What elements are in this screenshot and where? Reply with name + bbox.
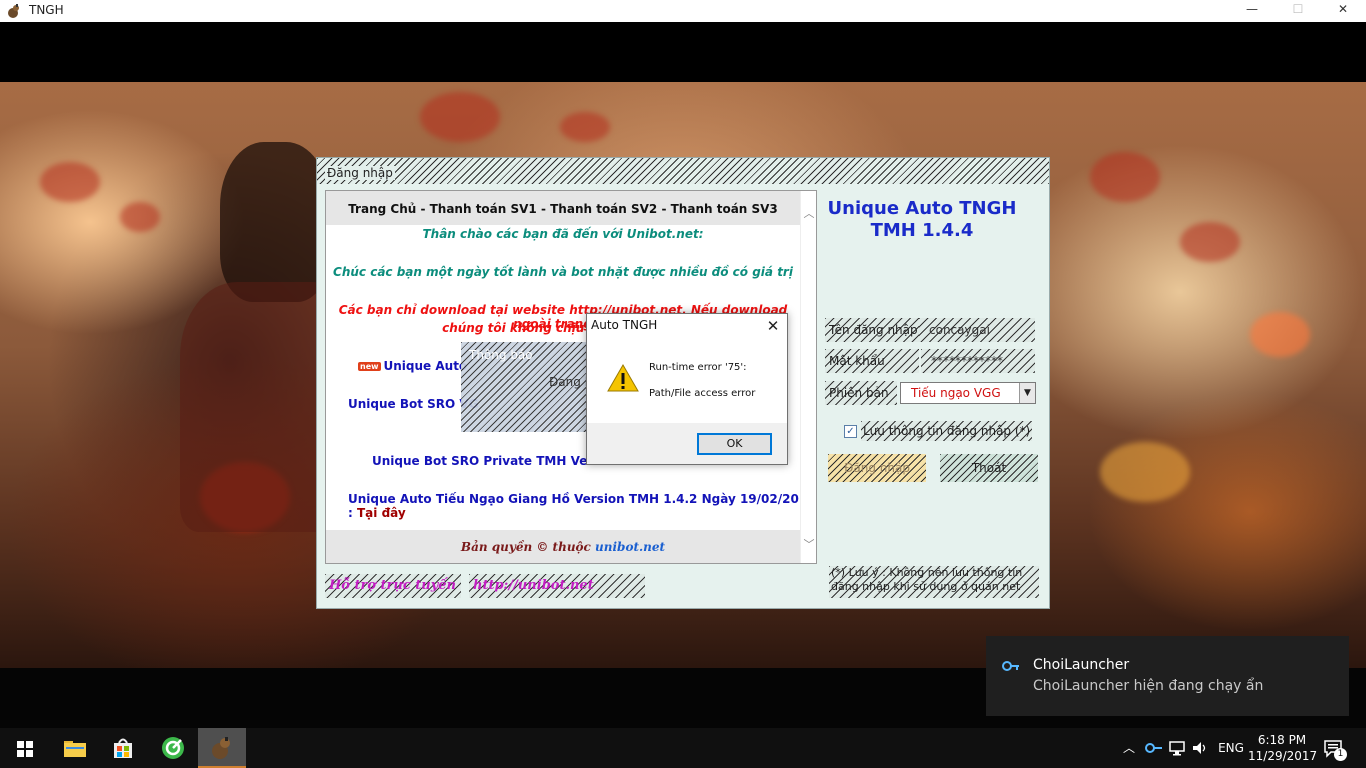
news-item-4[interactable]: Unique Auto Tiếu Ngạo Giang Hồ Version T… [348, 492, 816, 520]
app-title: TNGH [29, 3, 64, 17]
error-dialog-footer: OK [587, 423, 787, 464]
save-info-note: (*) Lưu ý : Không nên lưu thông tin đăng… [829, 566, 1039, 598]
login-button[interactable]: Đăng nhập [828, 454, 926, 482]
notification-count-badge: 1 [1334, 748, 1347, 761]
copyright-text: Bản quyền © thuộc [460, 540, 591, 554]
taskbar-tngh-app[interactable] [198, 728, 246, 768]
news-item-4-link[interactable]: Tại đây [357, 506, 406, 520]
login-titlebar: Đăng nhập [317, 158, 1049, 184]
copyright-link[interactable]: unibot.net [595, 540, 665, 554]
chevron-down-icon[interactable]: ▼ [1019, 383, 1035, 403]
version-label: Phiên bản [825, 381, 897, 405]
tray-key-icon[interactable] [1145, 742, 1163, 754]
error-dialog-close-button[interactable]: ✕ [763, 316, 783, 336]
network-icon[interactable] [1169, 740, 1185, 756]
notification-body: ChoiLauncher hiện đang chạy ẩn [1033, 678, 1264, 694]
taskbar-clock[interactable]: 6:18 PM 11/29/2017 [1248, 732, 1318, 764]
ok-button[interactable]: OK [697, 433, 772, 455]
launcher-circle-icon [162, 737, 184, 759]
store-bag-icon [114, 738, 132, 758]
remember-checkbox[interactable]: ✓ [844, 425, 857, 438]
letterbox-top [0, 22, 1366, 82]
minimize-button[interactable]: — [1229, 0, 1275, 22]
news-item-1-text[interactable]: Unique Auto [384, 359, 468, 373]
tray-chevron-up-icon[interactable]: ︿ [1118, 728, 1140, 768]
username-field[interactable]: concaygai [919, 318, 1035, 342]
exit-button[interactable]: Thoát [940, 454, 1038, 482]
folder-icon [64, 741, 86, 757]
login-window-title: Đăng nhập [325, 166, 395, 180]
volume-icon[interactable] [1192, 740, 1208, 756]
version-select[interactable]: Tiếu ngạo VGG ▼ [900, 382, 1036, 404]
error-dialog-title: Auto TNGH [591, 318, 658, 332]
version-selected-value: Tiếu ngạo VGG [911, 386, 1001, 400]
language-indicator[interactable]: ENG [1214, 728, 1248, 768]
note-line1: (*) Lưu ý : Không nên lưu thông tin [831, 566, 1023, 579]
news-nav-links[interactable]: Trang Chủ - Thanh toán SV1 - Thanh toán … [326, 191, 800, 225]
news-scrollbar[interactable]: ︿ ﹀ [800, 191, 816, 563]
taskbar-file-explorer[interactable] [50, 728, 98, 768]
password-field[interactable]: ************ [921, 349, 1035, 373]
error-message-line1: Run-time error '75': [649, 362, 747, 373]
start-button[interactable] [0, 728, 48, 768]
error-dialog: Auto TNGH ✕ Run-time error '75': Path/Fi… [586, 313, 788, 465]
news-item-1[interactable]: new Unique Auto [358, 359, 467, 373]
app-heading: Unique Auto TNGH TMH 1.4.4 [817, 198, 1027, 242]
windows-icon [17, 741, 33, 757]
character-silhouette [220, 142, 330, 302]
notification-toast[interactable]: ChoiLauncher ChoiLauncher hiện đang chạy… [986, 636, 1349, 716]
welcome-text: Thân chào các bạn đã đến với Unibot.net: [422, 227, 704, 241]
gourd-icon [212, 737, 230, 759]
key-icon [1002, 661, 1019, 671]
app-name-line1: Unique Auto TNGH [827, 198, 1017, 219]
password-label: Mật khẩu [825, 349, 919, 373]
warning-icon [607, 364, 639, 392]
taskbar: ︿ ENG 6:18 PM 11/29/2017 1 [0, 728, 1366, 768]
wish-text: Chúc các bạn một ngày tốt lành và bot nh… [333, 265, 793, 279]
notification-title: ChoiLauncher [1033, 657, 1130, 673]
app-name-line2: TMH 1.4.4 [870, 220, 974, 241]
maximize-button[interactable]: ☐ [1275, 0, 1321, 22]
scroll-up-icon[interactable]: ︿ [803, 205, 815, 220]
new-badge: new [358, 362, 381, 371]
taskbar-launcher[interactable] [149, 728, 197, 768]
username-label: Tên đăng nhập [825, 318, 919, 342]
website-link[interactable]: http://unibot.net [469, 574, 645, 598]
scroll-down-icon[interactable]: ﹀ [803, 536, 815, 551]
clock-date: 11/29/2017 [1248, 749, 1318, 763]
error-message-line2: Path/File access error [649, 388, 756, 399]
app-titlebar: TNGH — ☐ ✕ [0, 0, 1366, 22]
copyright-footer: Bản quyền © thuộc unibot.net [326, 530, 800, 563]
news-item-4-text: Unique Auto Tiếu Ngạo Giang Hồ Version T… [348, 492, 816, 520]
news-item-2[interactable]: Unique Bot SRO VG [348, 397, 479, 411]
online-support-link[interactable]: Hỗ trợ trực tuyến [325, 574, 461, 598]
note-line2: đăng nhập khi sử dụng ở quán net [831, 580, 1021, 593]
clock-time: 6:18 PM [1257, 733, 1307, 747]
ghost-notice-title: Thông báo [469, 348, 533, 362]
gourd-app-icon [8, 4, 19, 18]
close-button[interactable]: ✕ [1320, 0, 1366, 22]
remember-label[interactable]: Lưu thông tin đăng nhập (*) [861, 421, 1033, 441]
taskbar-store[interactable] [99, 728, 147, 768]
